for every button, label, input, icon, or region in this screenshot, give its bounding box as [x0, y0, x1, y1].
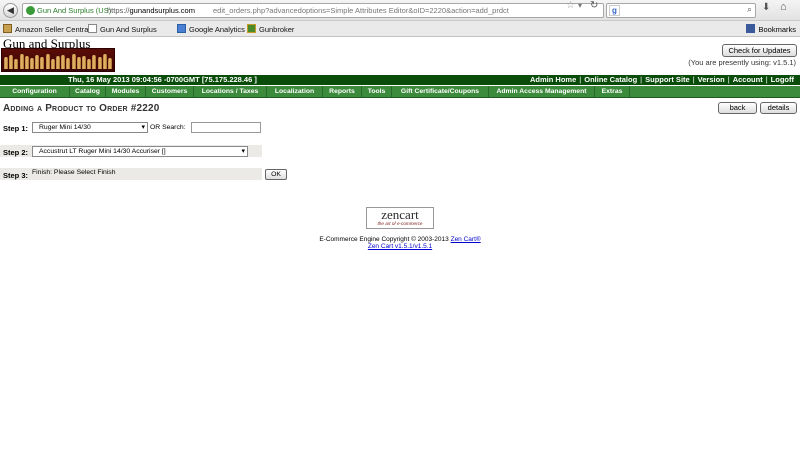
site-identity-label[interactable]: Gun And Surplus (US)	[37, 6, 111, 15]
cartridge-graphic	[56, 56, 60, 69]
cartridge-graphic	[19, 54, 24, 69]
bookmark-star-icon[interactable]: ☆	[566, 0, 575, 11]
cartridge-graphic	[35, 55, 40, 69]
site-identity-icon[interactable]	[26, 6, 35, 15]
cartridge-graphic	[50, 59, 55, 69]
back-arrow-icon[interactable]: ◀	[3, 3, 18, 18]
bookmark-gun-and-surplus[interactable]: Gun And Surplus	[88, 24, 157, 34]
browser-toolbar: ◀ Gun And Surplus (US) https://gunandsur…	[0, 0, 800, 21]
url-path: edit_orders.php?advancedoptions=Simple A…	[213, 6, 509, 15]
menu-admin-access[interactable]: Admin Access Management	[489, 86, 595, 97]
history-dropdown-icon[interactable]: ▾	[578, 1, 582, 10]
bookmarks-icon	[746, 24, 756, 33]
cartridge-graphic	[102, 54, 107, 69]
cartridge-graphic	[40, 57, 45, 69]
ok-button[interactable]: OK	[265, 169, 287, 180]
status-date: Thu, 16 May 2013 09:04:56 -0700GMT [75.1…	[68, 75, 257, 84]
zencart-logo-tagline: the art of e-commerce	[377, 221, 423, 226]
page-title: Adding a Product to Order #2220	[3, 103, 160, 114]
home-icon[interactable]: ⌂	[780, 1, 787, 13]
download-icon[interactable]: ⬇	[762, 2, 770, 13]
step3-label: Step 3:	[3, 171, 29, 180]
admin-links: Admin Home | Online Catalog | Support Site | V…	[530, 75, 794, 84]
admin-menu-bar: Configuration Catalog Modules Customers …	[0, 86, 800, 98]
menu-modules[interactable]: Modules	[106, 86, 146, 97]
cartridge-graphic	[14, 59, 19, 69]
bookmark-amazon[interactable]: Amazon Seller Central	[3, 24, 90, 34]
cartridge-graphic	[30, 58, 34, 69]
cartridge-row	[4, 53, 114, 69]
address-bar[interactable]: Gun And Surplus (US) https://gunandsurpl…	[22, 3, 604, 18]
menu-gift-certificates[interactable]: Gift Certificate/Coupons	[392, 86, 489, 97]
reload-icon[interactable]: ↻	[590, 0, 598, 11]
menu-customers[interactable]: Customers	[146, 86, 194, 97]
cartridge-graphic	[24, 56, 29, 69]
gunbroker-icon	[247, 24, 256, 33]
cartridge-graphic	[87, 59, 92, 69]
menu-tools[interactable]: Tools	[362, 86, 392, 97]
cartridge-graphic	[97, 57, 102, 69]
back-button[interactable]: back	[718, 102, 757, 114]
logoff-link[interactable]: Logoff	[771, 75, 794, 84]
cartridge-graphic	[45, 54, 50, 69]
category-select-value: Ruger Mini 14/30	[39, 124, 91, 131]
cartridge-graphic	[61, 55, 66, 69]
cartridge-graphic	[76, 57, 81, 69]
cartridge-graphic	[92, 55, 97, 69]
menu-catalog[interactable]: Catalog	[70, 86, 106, 97]
menu-localization[interactable]: Localization	[267, 86, 323, 97]
details-button[interactable]: details	[760, 102, 797, 114]
admin-status-bar: Thu, 16 May 2013 09:04:56 -0700GMT [75.1…	[0, 75, 800, 85]
cartridge-graphic	[66, 58, 71, 69]
cartridge-graphic	[4, 57, 8, 69]
footer-copyright: E-Commerce Engine Copyright © 2003-2013 …	[0, 236, 800, 243]
cartridge-graphic	[82, 56, 86, 69]
version-link[interactable]: Version	[698, 75, 725, 84]
account-link[interactable]: Account	[733, 75, 763, 84]
cartridge-graphic	[71, 54, 76, 69]
online-catalog-link[interactable]: Online Catalog	[584, 75, 637, 84]
copyright-text: E-Commerce Engine Copyright © 2003-2013	[319, 236, 449, 243]
search-icon[interactable]: ⌕	[747, 4, 752, 15]
search-label: OR Search:	[150, 124, 186, 131]
page-icon	[88, 24, 97, 33]
support-site-link[interactable]: Support Site	[645, 75, 690, 84]
footer-version: Zen Cart v1.5.1/v1.5.1	[0, 243, 800, 250]
chevron-down-icon: ▾	[141, 124, 145, 131]
step3-finish-text: Finish: Please Select Finish	[32, 169, 116, 176]
zencart-logo[interactable]: zencart the art of e-commerce	[366, 207, 434, 229]
menu-reports[interactable]: Reports	[323, 86, 362, 97]
search-input[interactable]: g ⌕	[606, 3, 756, 18]
step1-label: Step 1:	[3, 124, 29, 133]
amazon-icon	[3, 24, 12, 33]
cartridge-graphic	[108, 58, 112, 69]
zencart-logo-text: zencart	[381, 207, 419, 222]
bookmarks-menu[interactable]: Bookmarks	[746, 24, 796, 34]
bookmarks-toolbar: Amazon Seller Central Gun And Surplus Go…	[0, 21, 800, 37]
url-host: https://gunandsurplus.com	[107, 6, 195, 15]
menu-configuration[interactable]: Configuration	[0, 86, 70, 97]
cartridge-graphic	[9, 55, 14, 69]
google-icon[interactable]: g	[609, 5, 620, 16]
menu-locations-taxes[interactable]: Locations / Taxes	[194, 86, 267, 97]
menu-extras[interactable]: Extras	[595, 86, 630, 97]
site-logo	[1, 48, 115, 72]
chevron-down-icon: ▾	[241, 148, 245, 155]
product-select[interactable]: Accustrut LT Ruger Mini 14/30 Accuriser …	[32, 146, 248, 157]
admin-home-link[interactable]: Admin Home	[530, 75, 576, 84]
google-analytics-icon	[177, 24, 186, 33]
zencart-link[interactable]: Zen Cart®	[451, 236, 481, 243]
bookmark-google-analytics[interactable]: Google Analytics	[177, 24, 245, 34]
product-select-value: Accustrut LT Ruger Mini 14/30 Accuriser …	[39, 148, 166, 155]
version-note: (You are presently using: v1.5.1)	[688, 58, 796, 67]
category-select[interactable]: Ruger Mini 14/30 ▾	[32, 122, 148, 133]
product-search-input[interactable]	[191, 122, 261, 133]
check-for-updates-button[interactable]: Check for Updates	[722, 44, 797, 57]
bookmark-gunbroker[interactable]: Gunbroker	[247, 24, 294, 34]
step2-label: Step 2:	[3, 148, 29, 157]
zencart-version-link[interactable]: Zen Cart v1.5.1/v1.5.1	[368, 243, 432, 250]
